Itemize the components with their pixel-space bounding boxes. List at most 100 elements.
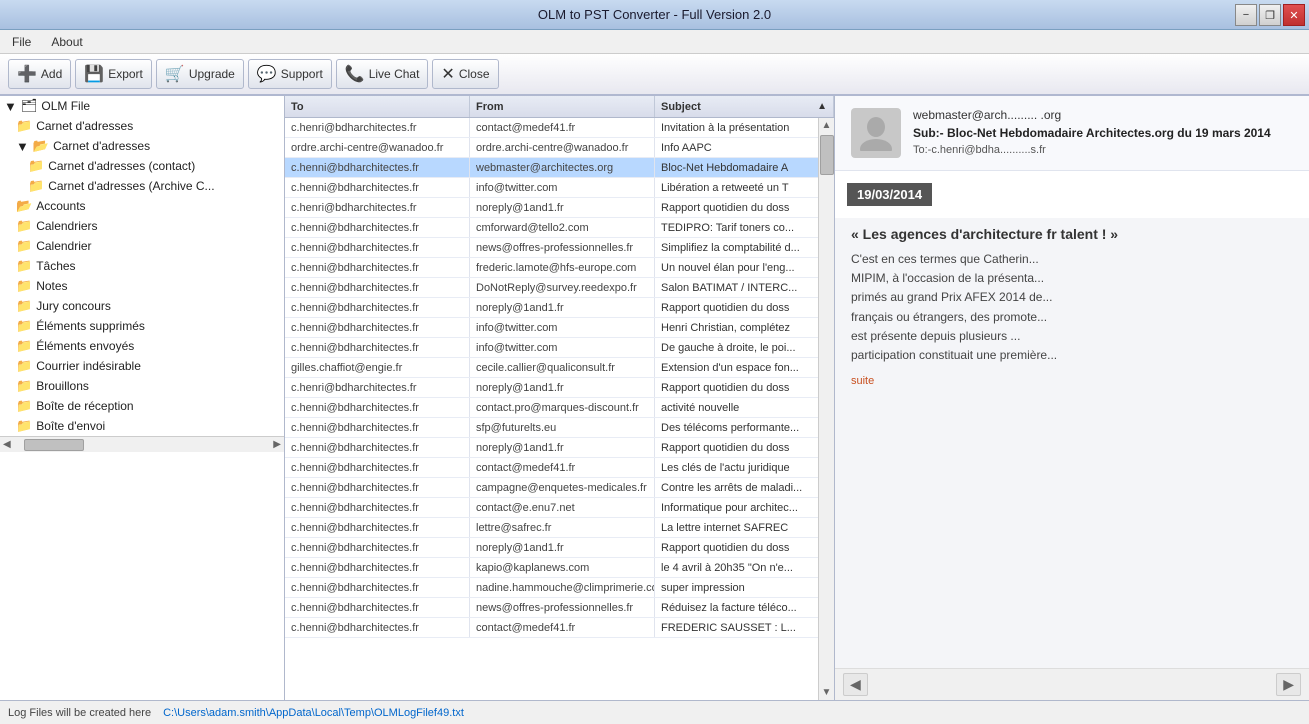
email-row[interactable]: ordre.archi-centre@wanadoo.fr ordre.arch…	[285, 138, 818, 158]
vscroll-up[interactable]: ▲	[820, 118, 834, 133]
nav-prev-button[interactable]: ◀	[843, 673, 868, 696]
email-cell-subject: Info AAPC	[655, 138, 818, 157]
tree-item-boite-reception[interactable]: 📁 Boîte de réception	[0, 396, 284, 416]
email-row[interactable]: c.henni@bdharchitectes.fr campagne@enque…	[285, 478, 818, 498]
email-row[interactable]: c.henri@bdharchitectes.fr contact@medef4…	[285, 118, 818, 138]
log-path-link[interactable]: C:\Users\adam.smith\AppData\Local\Temp\O…	[163, 707, 464, 719]
email-row[interactable]: c.henni@bdharchitectes.fr news@offres-pr…	[285, 598, 818, 618]
menu-about[interactable]: About	[47, 33, 86, 51]
email-row[interactable]: c.henni@bdharchitectes.fr contact@e.enu7…	[285, 498, 818, 518]
minimize-button[interactable]: −	[1235, 4, 1257, 26]
email-cell-to: c.henni@bdharchitectes.fr	[285, 418, 470, 437]
support-button[interactable]: 💬 Support	[248, 59, 332, 89]
email-row[interactable]: c.henni@bdharchitectes.fr noreply@1and1.…	[285, 298, 818, 318]
email-cell-subject: Invitation à la présentation	[655, 118, 818, 137]
email-cell-from: info@twitter.com	[470, 338, 655, 357]
email-preview-header: webmaster@arch......... .org Sub:- Bloc-…	[835, 96, 1309, 171]
email-cell-to: c.henni@bdharchitectes.fr	[285, 598, 470, 617]
email-cell-from: news@offres-professionnelles.fr	[470, 598, 655, 617]
hscroll-thumb[interactable]	[24, 439, 84, 451]
email-row[interactable]: gilles.chaffiot@engie.fr cecile.callier@…	[285, 358, 818, 378]
tree-item-taches[interactable]: 📁 Tâches	[0, 256, 284, 276]
email-cell-from: news@offres-professionnelles.fr	[470, 238, 655, 257]
email-cell-to: c.henni@bdharchitectes.fr	[285, 278, 470, 297]
email-cell-to: c.henni@bdharchitectes.fr	[285, 218, 470, 237]
tree-item-jury[interactable]: 📁 Jury concours	[0, 296, 284, 316]
restore-button[interactable]: ❐	[1259, 4, 1281, 26]
email-row[interactable]: c.henni@bdharchitectes.fr info@twitter.c…	[285, 338, 818, 358]
tree-item-carnet2[interactable]: ▼ 📂 Carnet d'adresses	[0, 136, 284, 156]
tree-item-calendriers[interactable]: 📁 Calendriers	[0, 216, 284, 236]
tree-item-brouillons[interactable]: 📁 Brouillons	[0, 376, 284, 396]
tree-item-carnet-archive[interactable]: 📁 Carnet d'adresses (Archive C...	[0, 176, 284, 196]
email-row[interactable]: c.henni@bdharchitectes.fr kapio@kaplanew…	[285, 558, 818, 578]
article-link[interactable]: suite	[851, 375, 874, 387]
email-cell-subject: Henri Christian, complétez	[655, 318, 818, 337]
hscroll-left[interactable]: ◀	[0, 439, 14, 450]
close-button[interactable]: ✕ Close	[432, 59, 498, 89]
email-cell-subject: TEDIPRO: Tarif toners co...	[655, 218, 818, 237]
email-cell-from: contact@medef41.fr	[470, 618, 655, 637]
email-row[interactable]: c.henri@bdharchitectes.fr noreply@1and1.…	[285, 198, 818, 218]
vscroll-down[interactable]: ▼	[820, 685, 834, 700]
nav-next-button[interactable]: ▶	[1276, 673, 1301, 696]
email-row[interactable]: c.henni@bdharchitectes.fr contact@medef4…	[285, 458, 818, 478]
col-header-from[interactable]: From	[470, 96, 655, 117]
tree-hscroll[interactable]: ◀ ▶	[0, 436, 284, 452]
tree-item-elements-sup[interactable]: 📁 Éléments supprimés	[0, 316, 284, 336]
email-row[interactable]: c.henni@bdharchitectes.fr frederic.lamot…	[285, 258, 818, 278]
tree-item-carnet-contact[interactable]: 📁 Carnet d'adresses (contact)	[0, 156, 284, 176]
export-button[interactable]: 💾 Export	[75, 59, 152, 89]
tree-item-courrier[interactable]: 📁 Courrier indésirable	[0, 356, 284, 376]
hscroll-track[interactable]	[14, 437, 271, 452]
email-row[interactable]: c.henni@bdharchitectes.fr lettre@safrec.…	[285, 518, 818, 538]
email-cell-from: sfp@futurelts.eu	[470, 418, 655, 437]
email-cell-from: noreply@1and1.fr	[470, 438, 655, 457]
menu-file[interactable]: File	[8, 33, 35, 51]
email-cell-subject: Rapport quotidien du doss	[655, 438, 818, 457]
add-button[interactable]: ➕ Add	[8, 59, 71, 89]
email-cell-from: contact@medef41.fr	[470, 118, 655, 137]
window-close-button[interactable]: ✕	[1283, 4, 1305, 26]
email-cell-to: c.henni@bdharchitectes.fr	[285, 438, 470, 457]
email-row[interactable]: c.henni@bdharchitectes.fr info@twitter.c…	[285, 318, 818, 338]
tree-item-accounts[interactable]: 📂 Accounts	[0, 196, 284, 216]
email-row[interactable]: c.henni@bdharchitectes.fr cmforward@tell…	[285, 218, 818, 238]
email-row[interactable]: c.henni@bdharchitectes.fr DoNotReply@sur…	[285, 278, 818, 298]
tree-item-elements-env[interactable]: 📁 Éléments envoyés	[0, 336, 284, 356]
email-cell-subject: Rapport quotidien du doss	[655, 298, 818, 317]
tree-item-olm-root[interactable]: ▼ 🗂 OLM File	[0, 96, 284, 116]
upgrade-button[interactable]: 🛒 Upgrade	[156, 59, 244, 89]
email-cell-from: noreply@1and1.fr	[470, 198, 655, 217]
email-row[interactable]: c.henni@bdharchitectes.fr noreply@1and1.…	[285, 538, 818, 558]
email-row[interactable]: c.henni@bdharchitectes.fr news@offres-pr…	[285, 238, 818, 258]
tree-item-boite-envoi[interactable]: 📁 Boîte d'envoi	[0, 416, 284, 436]
email-cell-subject: FREDERIC SAUSSET : L...	[655, 618, 818, 637]
email-row[interactable]: c.henni@bdharchitectes.fr contact@medef4…	[285, 618, 818, 638]
email-cell-subject: Rapport quotidien du doss	[655, 538, 818, 557]
window-title: OLM to PST Converter - Full Version 2.0	[538, 7, 771, 22]
vscroll-thumb[interactable]	[820, 135, 834, 175]
close-icon: ✕	[441, 64, 454, 84]
preview-to: To:-c.henri@bdha..........s.fr	[913, 144, 1293, 156]
email-row[interactable]: c.henni@bdharchitectes.fr noreply@1and1.…	[285, 438, 818, 458]
email-cell-to: c.henni@bdharchitectes.fr	[285, 258, 470, 277]
tree-item-carnet1[interactable]: 📁 Carnet d'adresses	[0, 116, 284, 136]
email-cell-from: noreply@1and1.fr	[470, 538, 655, 557]
email-row[interactable]: c.henni@bdharchitectes.fr sfp@futurelts.…	[285, 418, 818, 438]
col-header-to[interactable]: To	[285, 96, 470, 117]
email-row[interactable]: c.henri@bdharchitectes.fr noreply@1and1.…	[285, 378, 818, 398]
hscroll-right[interactable]: ▶	[270, 439, 284, 450]
email-row[interactable]: c.henni@bdharchitectes.fr nadine.hammouc…	[285, 578, 818, 598]
tree-item-calendrier[interactable]: 📁 Calendrier	[0, 236, 284, 256]
email-list-vscroll[interactable]: ▲ ▼	[818, 118, 834, 700]
close-label: Close	[459, 67, 490, 81]
col-header-subject[interactable]: Subject ▲	[655, 96, 834, 117]
livechat-button[interactable]: 📞 Live Chat	[336, 59, 429, 89]
tree-item-notes[interactable]: 📁 Notes	[0, 276, 284, 296]
email-row[interactable]: c.henni@bdharchitectes.fr webmaster@arch…	[285, 158, 818, 178]
email-row[interactable]: c.henni@bdharchitectes.fr contact.pro@ma…	[285, 398, 818, 418]
email-row[interactable]: c.henni@bdharchitectes.fr info@twitter.c…	[285, 178, 818, 198]
email-cell-subject: Salon BATIMAT / INTERC...	[655, 278, 818, 297]
email-cell-from: DoNotReply@survey.reedexpo.fr	[470, 278, 655, 297]
